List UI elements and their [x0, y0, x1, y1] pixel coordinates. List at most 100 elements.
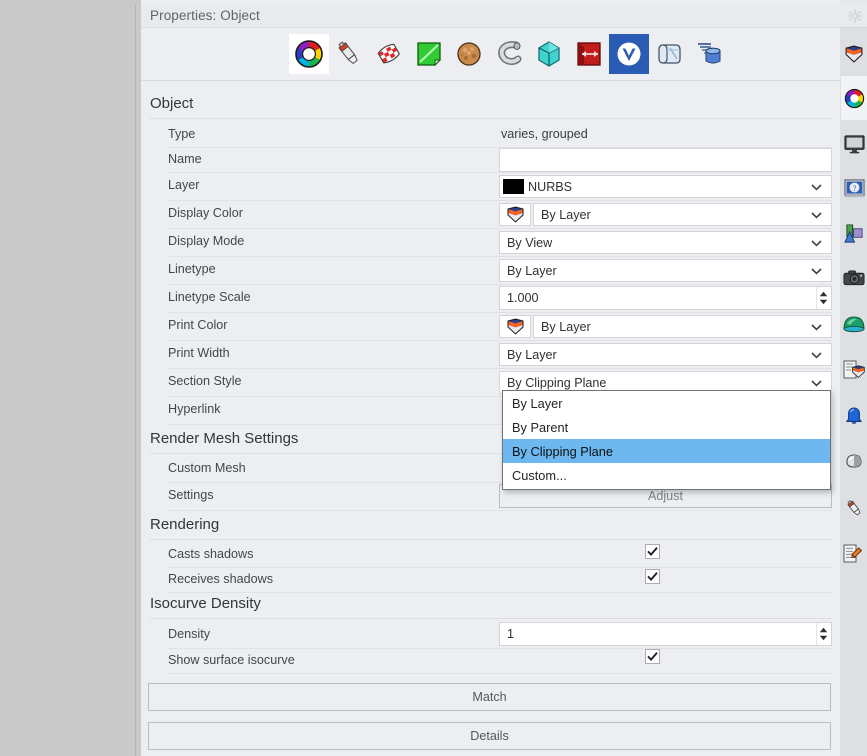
linetype-scale-value: 1.000	[507, 291, 539, 305]
tab-shut-lining[interactable]	[529, 34, 569, 74]
rail-item-properties[interactable]	[841, 76, 867, 120]
row-label-display-mode: Display Mode	[168, 234, 245, 248]
linetype-scale-input[interactable]: 1.000	[499, 286, 832, 310]
row-label-linetype: Linetype	[168, 262, 216, 276]
tab-displacement[interactable]	[569, 34, 609, 74]
display-monitor-icon	[843, 134, 865, 153]
show-surface-isocurve-checkbox[interactable]	[645, 649, 660, 664]
rail-item-layers[interactable]	[841, 32, 867, 76]
row-receives-shadows: Receives shadows	[141, 567, 841, 592]
divider	[150, 118, 832, 119]
group-header-rendering: Rendering	[150, 516, 220, 533]
chevron-down-icon	[807, 211, 825, 219]
name-input[interactable]	[499, 148, 832, 172]
dropdown-item-custom[interactable]: Custom...	[503, 463, 830, 487]
row-label-casts-shadows: Casts shadows	[168, 547, 254, 561]
tab-curve-piping[interactable]	[489, 34, 529, 74]
linetype-scale-stepper[interactable]	[816, 287, 830, 309]
density-input[interactable]: 1	[499, 622, 832, 646]
chevron-down-icon	[807, 183, 825, 191]
rail-item-render-preview[interactable]	[841, 440, 867, 484]
dropdown-item-by-layer[interactable]: By Layer	[503, 391, 830, 415]
tab-thickness[interactable]	[689, 34, 729, 74]
tab-texture-mapping[interactable]	[369, 34, 409, 74]
rail-item-layer-state[interactable]	[841, 348, 867, 392]
casts-shadows-checkbox[interactable]	[645, 544, 660, 559]
tab-display[interactable]	[409, 34, 449, 74]
divider	[168, 510, 832, 511]
print-width-combobox[interactable]: By Layer	[499, 343, 832, 366]
row-label-section-style: Section Style	[168, 374, 242, 388]
properties-tab-toolbar	[141, 29, 841, 81]
viewport-background	[0, 0, 140, 756]
row-label-receives-shadows: Receives shadows	[168, 572, 273, 586]
row-label-custom-mesh: Custom Mesh	[168, 461, 246, 475]
value-type: varies, grouped	[501, 127, 588, 141]
rail-item-display[interactable]	[841, 122, 867, 166]
section-style-value: By Clipping Plane	[507, 375, 607, 390]
tab-object[interactable]	[289, 34, 329, 74]
layer-combobox-value: NURBS	[528, 179, 573, 194]
linetype-combobox[interactable]: By Layer	[499, 259, 832, 282]
print-color-value: By Layer	[541, 319, 591, 334]
properties-panel: Properties: Object Object Type varies, g…	[140, 0, 841, 756]
named-views-icon	[843, 224, 863, 243]
rail-item-annotation[interactable]	[841, 532, 867, 576]
tab-edge-softening[interactable]	[649, 34, 689, 74]
help-question-icon: ?	[843, 178, 865, 197]
group-header-isocurve: Isocurve Density	[150, 595, 261, 612]
viewport-canvas[interactable]	[0, 5, 136, 756]
divider	[168, 673, 832, 674]
chevron-down-icon	[807, 267, 825, 275]
divider	[150, 618, 832, 619]
materials-tube-icon	[846, 499, 861, 515]
check-icon	[647, 652, 658, 661]
chevron-down-icon	[807, 379, 825, 387]
rail-item-environment[interactable]	[841, 302, 867, 346]
caret-down-icon	[819, 299, 828, 305]
render-preview-icon	[845, 454, 862, 468]
row-label-density: Density	[168, 627, 210, 641]
row-casts-shadows: Casts shadows	[141, 542, 841, 567]
display-color-shield-icon[interactable]	[499, 203, 531, 226]
layer-combobox[interactable]: NURBS	[499, 175, 832, 198]
check-icon	[647, 547, 658, 556]
row-label-display-color: Display Color	[168, 206, 243, 220]
row-label-print-color: Print Color	[168, 318, 228, 332]
receives-shadows-checkbox[interactable]	[645, 569, 660, 584]
row-label-type: Type	[168, 127, 196, 141]
row-show-surface-isocurve: Show surface isocurve	[141, 648, 841, 673]
row-label-show-surface-isocurve: Show surface isocurve	[168, 653, 295, 667]
display-color-combobox[interactable]: By Layer	[533, 203, 832, 226]
annotation-edit-icon	[843, 544, 863, 563]
density-stepper[interactable]	[816, 623, 830, 645]
layer-color-swatch[interactable]	[502, 178, 525, 195]
tab-vray[interactable]	[609, 34, 649, 74]
row-label-layer: Layer	[168, 178, 200, 192]
details-button[interactable]: Details	[148, 722, 831, 750]
group-header-object: Object	[150, 95, 194, 112]
rail-item-camera[interactable]	[841, 256, 867, 300]
color-wheel-properties-icon	[844, 88, 864, 108]
gear-icon[interactable]	[848, 9, 862, 23]
section-style-dropdown-list[interactable]: By Layer By Parent By Clipping Plane Cus…	[502, 390, 831, 490]
dropdown-item-by-parent[interactable]: By Parent	[503, 415, 830, 439]
row-label-linetype-scale: Linetype Scale	[168, 290, 251, 304]
panel-title-bar: Properties: Object	[141, 4, 841, 28]
row-label-name: Name	[168, 152, 202, 166]
print-color-combobox[interactable]: By Layer	[533, 315, 832, 338]
dropdown-item-by-clipping-plane[interactable]: By Clipping Plane	[503, 439, 830, 463]
rail-item-named-views[interactable]	[841, 212, 867, 256]
rail-item-help[interactable]: ?	[841, 166, 867, 210]
tab-material[interactable]	[329, 34, 369, 74]
rail-item-notifications[interactable]	[841, 394, 867, 438]
tab-bump[interactable]	[449, 34, 489, 74]
print-color-shield-icon[interactable]	[499, 315, 531, 338]
rail-item-materials[interactable]	[841, 486, 867, 530]
layer-state-icon	[843, 360, 865, 379]
chevron-down-icon	[807, 239, 825, 247]
caret-down-icon	[819, 635, 828, 641]
match-button[interactable]: Match	[148, 683, 831, 711]
display-mode-combobox[interactable]: By View	[499, 231, 832, 254]
caret-up-icon	[819, 291, 828, 297]
